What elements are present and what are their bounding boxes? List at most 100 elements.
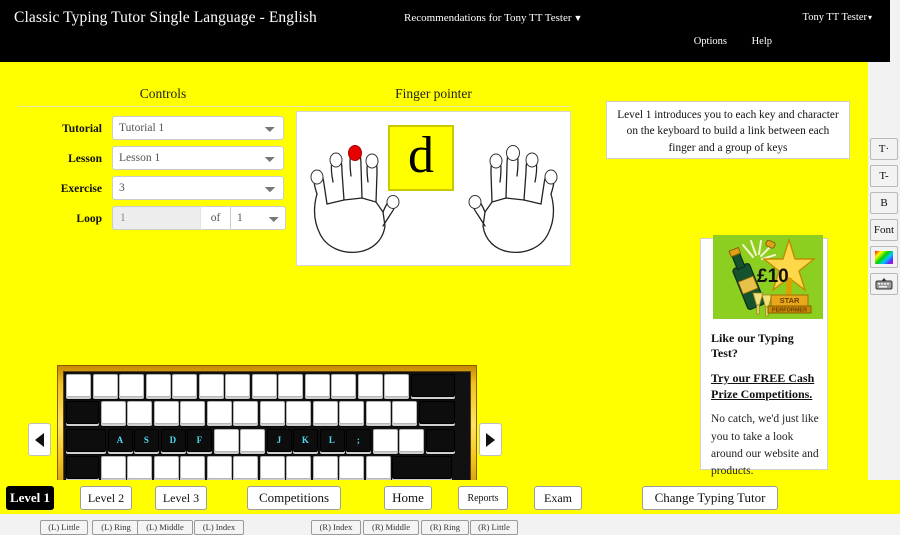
tutorial-select[interactable]: Tutorial 1 — [112, 116, 284, 140]
keyboard-key-label: ; — [356, 435, 361, 446]
keyboard-key[interactable] — [418, 401, 455, 425]
advert-link[interactable]: Try our FREE Cash Prize Competitions. — [711, 370, 819, 402]
keyboard-key[interactable] — [425, 428, 455, 452]
text-decrease-button[interactable]: T- — [870, 165, 898, 187]
finger-button-r-middle[interactable]: (R) Middle — [363, 520, 419, 535]
keyboard-key-k[interactable]: K — [293, 428, 318, 452]
keyboard-key[interactable] — [233, 401, 258, 425]
keyboard-key[interactable] — [153, 401, 179, 425]
keyboard-key[interactable] — [100, 401, 126, 425]
keyboard-key[interactable] — [339, 456, 364, 480]
bottom-button-home[interactable]: Home — [384, 486, 432, 510]
keyboard-key[interactable] — [286, 456, 311, 480]
keyboard-key-semicolon[interactable]: ; — [346, 428, 371, 452]
keyboard-row — [64, 454, 470, 481]
bottom-button-level-1[interactable]: Level 1 — [6, 486, 54, 510]
keyboard-key[interactable] — [225, 374, 250, 397]
keyboard-key[interactable] — [312, 456, 338, 480]
keyboard-key-j[interactable]: J — [266, 428, 292, 452]
next-exercise-button[interactable] — [479, 423, 502, 456]
text-increase-button[interactable]: T· — [870, 138, 898, 160]
finger-button-r-ring[interactable]: (R) Ring — [421, 520, 469, 535]
keyboard-key[interactable] — [384, 374, 409, 397]
bottom-button-exam[interactable]: Exam — [534, 486, 582, 510]
finger-button-r-little[interactable]: (R) Little — [470, 520, 518, 535]
keyboard-key-f[interactable]: F — [187, 428, 212, 452]
keyboard-key[interactable] — [312, 401, 338, 425]
recommendations-dropdown[interactable]: Recommendations for Tony TT Tester ▼ — [404, 12, 582, 24]
keyboard-key[interactable] — [259, 456, 285, 480]
keyboard-key[interactable] — [331, 374, 356, 397]
keyboard-key-s[interactable]: S — [134, 428, 159, 452]
bold-button[interactable]: B — [870, 192, 898, 214]
bottom-button-competitions[interactable]: Competitions — [247, 486, 341, 510]
finger-button-l-index[interactable]: (L) Index — [194, 520, 244, 535]
finger-button-l-middle[interactable]: (L) Middle — [137, 520, 193, 535]
keyboard-key[interactable] — [372, 428, 398, 452]
exercise-select[interactable]: 3 — [112, 176, 284, 200]
keyboard-key[interactable] — [392, 456, 452, 480]
keyboard-key[interactable] — [251, 374, 277, 397]
keyboard-key[interactable] — [399, 428, 424, 452]
advert-text: No catch, we'd just like you to take a l… — [711, 413, 819, 478]
keyboard-key[interactable] — [198, 374, 224, 397]
keyboard-key[interactable] — [213, 428, 239, 452]
keyboard-key[interactable] — [66, 374, 91, 397]
bottom-button-reports[interactable]: Reports — [458, 486, 508, 510]
keyboard-key[interactable] — [145, 374, 171, 397]
keyboard-key[interactable] — [286, 401, 311, 425]
keyboard-key[interactable] — [127, 456, 152, 480]
keyboard-key[interactable] — [233, 456, 258, 480]
bottom-button-change-typing-tutor[interactable]: Change Typing Tutor — [642, 486, 778, 510]
keyboard-key[interactable] — [304, 374, 330, 397]
keyboard-key[interactable] — [119, 374, 144, 397]
keyboard-key-a[interactable]: A — [107, 428, 133, 452]
finger-button-l-little[interactable]: (L) Little — [40, 520, 88, 535]
keyboard-key[interactable] — [365, 401, 391, 425]
keyboard-key[interactable] — [365, 456, 391, 480]
keyboard-key[interactable] — [259, 401, 285, 425]
loop-current-value: 1 — [112, 206, 200, 230]
color-button[interactable] — [870, 246, 898, 268]
keyboard-key-d[interactable]: D — [160, 428, 186, 452]
keyboard-key[interactable] — [206, 401, 232, 425]
keyboard-button[interactable] — [870, 273, 898, 295]
finger-button-r-index[interactable]: (R) Index — [311, 520, 361, 535]
app-header: Classic Typing Tutor Single Language - E… — [0, 0, 890, 62]
font-button[interactable]: Font — [870, 219, 898, 241]
keyboard-key[interactable] — [66, 456, 99, 480]
keyboard-key[interactable] — [240, 428, 265, 452]
user-menu[interactable]: Tony TT Tester▾ — [803, 12, 872, 23]
keyboard-row: A S D F J K L; — [64, 427, 470, 454]
keyboard-key[interactable] — [339, 401, 364, 425]
previous-exercise-button[interactable] — [28, 423, 51, 456]
bottom-button-level-3[interactable]: Level 3 — [155, 486, 207, 510]
advert-panel[interactable]: STAR PERFORMER £10 Like our Typing Test?… — [700, 235, 828, 477]
keyboard-key[interactable] — [357, 374, 383, 397]
keyboard-key[interactable] — [153, 456, 179, 480]
finger-pointer-panel-title: Finger pointer — [296, 86, 571, 107]
nav-item-options[interactable]: Options — [694, 36, 727, 47]
keyboard-key-l[interactable]: L — [319, 428, 345, 452]
lesson-label: Lesson — [68, 153, 102, 165]
lesson-select[interactable]: Lesson 1 — [112, 146, 284, 170]
keyboard-key[interactable] — [172, 374, 197, 397]
keyboard-key[interactable] — [66, 401, 99, 425]
keyboard-key[interactable] — [180, 456, 205, 480]
keyboard-key-label: J — [276, 435, 282, 446]
keyboard-key[interactable] — [180, 401, 205, 425]
bottom-button-level-2[interactable]: Level 2 — [80, 486, 132, 510]
keyboard-key[interactable] — [206, 456, 232, 480]
recommendations-label: Recommendations for Tony TT Tester — [404, 12, 572, 24]
keyboard-key[interactable] — [278, 374, 303, 397]
color-palette-icon — [875, 250, 893, 264]
keyboard-key[interactable] — [127, 401, 152, 425]
finger-button-l-ring[interactable]: (L) Ring — [92, 520, 140, 535]
keyboard-key[interactable] — [100, 456, 126, 480]
keyboard-key[interactable] — [392, 401, 417, 425]
loop-total-select[interactable]: 1 — [230, 206, 286, 230]
keyboard-key[interactable] — [410, 374, 455, 397]
keyboard-key[interactable] — [66, 428, 106, 452]
keyboard-key[interactable] — [92, 374, 118, 397]
nav-item-help[interactable]: Help — [752, 36, 772, 47]
